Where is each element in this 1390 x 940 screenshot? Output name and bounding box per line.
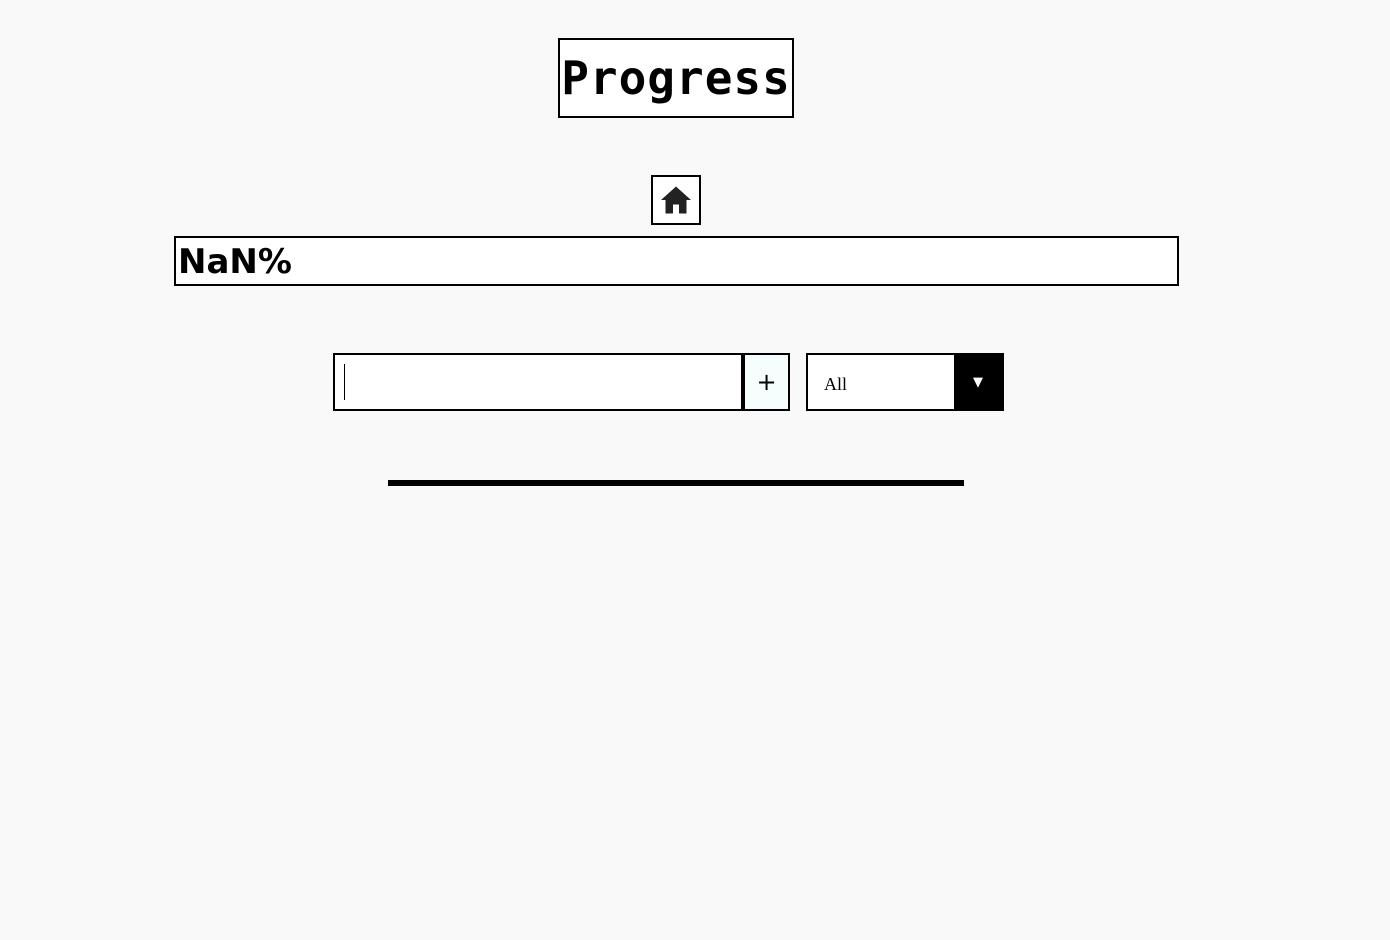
- add-task-button[interactable]: +: [743, 353, 790, 411]
- task-input[interactable]: [333, 353, 743, 411]
- progress-label: NaN%: [178, 242, 292, 282]
- caret-down-icon: ▼: [973, 374, 983, 390]
- home-button[interactable]: [651, 175, 701, 225]
- page-title-box: Progress: [558, 38, 794, 118]
- filter-dropdown-toggle[interactable]: ▼: [954, 355, 1002, 409]
- divider: [388, 480, 964, 486]
- progress-bar: NaN%: [174, 236, 1179, 286]
- filter-select[interactable]: All ▼: [806, 353, 1004, 411]
- home-icon: [661, 186, 691, 214]
- text-caret: [344, 364, 345, 400]
- page-title: Progress: [561, 51, 791, 105]
- filter-selected-value: All: [824, 374, 848, 394]
